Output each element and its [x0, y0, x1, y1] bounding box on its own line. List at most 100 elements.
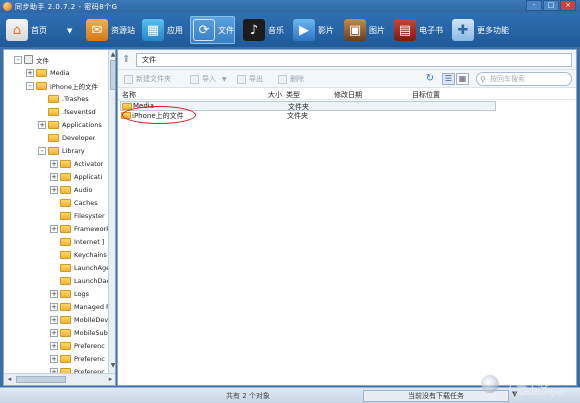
tree-item[interactable]: + Audio [50, 183, 108, 196]
expand-icon[interactable]: + [50, 302, 58, 311]
collapse-icon[interactable]: - [38, 146, 46, 155]
expand-icon[interactable]: + [26, 68, 34, 77]
expand-icon[interactable]: + [50, 185, 58, 194]
toolbar-photos[interactable]: ▣ 图片 [344, 16, 385, 44]
folder-icon [60, 159, 71, 168]
tree-item[interactable]: + MobileSub [50, 326, 108, 339]
tree-item[interactable]: LaunchAge [50, 261, 108, 274]
tree-item[interactable]: + MobileDev [50, 313, 108, 326]
column-modified[interactable]: 修改日期 [334, 90, 362, 100]
folder-icon [60, 354, 71, 363]
scroll-left-arrow-icon[interactable]: ◂ [5, 375, 14, 384]
tree-item-label: Filesyster [74, 211, 105, 220]
file-icon: ⟳ [193, 19, 215, 41]
tree-item[interactable]: + Activator [50, 157, 108, 170]
maximize-button[interactable]: □ [543, 0, 559, 11]
tree-item[interactable]: .fseventsd [38, 105, 108, 118]
collapse-icon[interactable]: - [26, 81, 34, 90]
delete-button[interactable]: 删除 [278, 73, 304, 85]
folder-icon [48, 94, 59, 103]
column-target[interactable]: 目标位置 [412, 90, 440, 100]
folder-icon [60, 328, 71, 337]
search-icon: ⚲ [480, 75, 486, 84]
tree-horizontal-scrollbar[interactable]: ◂ ▸ [4, 373, 115, 385]
tree-item[interactable]: Caches [50, 196, 108, 209]
import-button[interactable]: 导入 ▼ [190, 73, 227, 85]
chevron-down-icon[interactable]: ▼ [222, 76, 227, 83]
tree-item[interactable]: Keychains [50, 248, 108, 261]
toolbar-store[interactable]: ✉ 资源站 [86, 16, 135, 44]
list-view-icon[interactable]: ☰ [442, 73, 455, 85]
import-label: 导入 [202, 75, 216, 83]
search-input[interactable]: ⚲ 按回车搜索 [476, 72, 572, 86]
column-name[interactable]: 名称 [122, 90, 136, 100]
expand-icon[interactable]: + [50, 341, 58, 350]
toolbar-home-label: 首页 [31, 25, 47, 35]
toolbar-more-label: 更多功能 [477, 25, 509, 35]
expand-icon[interactable]: + [38, 120, 46, 129]
toolbar-ebooks[interactable]: ▤ 电子书 [394, 16, 443, 44]
tree-item[interactable]: - 文件 [14, 53, 108, 66]
refresh-icon[interactable]: ↻ [424, 73, 436, 85]
tree-item-label: Internet ] [74, 237, 105, 246]
export-button[interactable]: 导出 [237, 73, 263, 85]
toolbar-home[interactable]: ⌂ 首页 [6, 16, 47, 44]
tree-scroll-thumb[interactable] [110, 60, 115, 90]
toolbar-music[interactable]: ♪ 音乐 [243, 16, 284, 44]
scroll-right-arrow-icon[interactable]: ▸ [106, 375, 115, 384]
tree-item[interactable]: + Media [26, 66, 108, 79]
toolbar-photos-label: 图片 [369, 25, 385, 35]
toolbar-files[interactable]: ⟳ 文件 [190, 16, 235, 44]
toolbar-apps[interactable]: ▦ 应用 [142, 16, 183, 44]
tree-item[interactable]: + Preferenc [50, 352, 108, 365]
close-button[interactable]: × [560, 0, 576, 11]
tree-item[interactable]: + Applications [38, 118, 108, 131]
expand-icon[interactable]: + [50, 159, 58, 168]
tree-item[interactable]: + Preferenc [50, 339, 108, 352]
tree-item[interactable]: + Applicati [50, 170, 108, 183]
object-count: 共有 2 个对象 [226, 392, 270, 400]
new-folder-button[interactable]: 新建文件夹 [124, 73, 171, 85]
folder-icon [48, 133, 59, 142]
tree-item[interactable]: LaunchDaer [50, 274, 108, 287]
expand-icon[interactable]: + [50, 224, 58, 233]
path-field[interactable]: 文件 [136, 53, 572, 67]
tree-vertical-scrollbar[interactable]: ▲ ▼ [108, 50, 115, 373]
scroll-down-arrow-icon[interactable]: ▼ [109, 362, 115, 371]
tree-item[interactable]: + Managed P [50, 300, 108, 313]
tree-item[interactable]: - Library [38, 144, 108, 157]
new-folder-icon [124, 74, 133, 84]
tree-item[interactable]: Internet ] [50, 235, 108, 248]
tree-item[interactable]: Developer [38, 131, 108, 144]
tree-item-label: Activator [74, 159, 104, 168]
tree-item-label: MobileSub [74, 328, 108, 337]
action-bar: 新建文件夹 导入 ▼ 导出 删除 ↻ ☰ ▦ ⚲ 按回车搜索 [118, 70, 576, 88]
expand-icon[interactable]: + [50, 328, 58, 337]
folder-icon [48, 146, 59, 155]
tree-item[interactable]: + Framework [50, 222, 108, 235]
column-size[interactable]: 大小 [268, 90, 282, 100]
file-type: 文件夹 [287, 112, 308, 120]
collapse-icon[interactable]: - [14, 55, 22, 64]
expand-icon[interactable]: + [50, 315, 58, 324]
up-arrow-icon[interactable]: ⬆ [122, 54, 132, 66]
chevron-down-icon[interactable]: ▼ [67, 27, 72, 35]
toolbar-ebooks-label: 电子书 [419, 25, 443, 35]
tree-item[interactable]: + Logs [50, 287, 108, 300]
minimize-button[interactable]: - [526, 0, 542, 11]
window-title: 同步助手 2.0.7.2 - 密码8个G [15, 3, 118, 11]
folder-icon [60, 198, 71, 207]
toolbar-video[interactable]: ▶ 影片 [293, 16, 334, 44]
tree-hscroll-thumb[interactable] [16, 376, 66, 383]
tree-item[interactable]: - iPhone上的文件 [26, 79, 108, 92]
tree-item[interactable]: .Trashes [38, 92, 108, 105]
expand-icon[interactable]: + [50, 289, 58, 298]
delete-icon [278, 74, 287, 84]
toolbar-more[interactable]: ✚ 更多功能 [452, 16, 509, 44]
scroll-up-arrow-icon[interactable]: ▲ [109, 51, 115, 60]
tree-item[interactable]: Filesyster [50, 209, 108, 222]
expand-icon[interactable]: + [50, 172, 58, 181]
expand-icon[interactable]: + [50, 354, 58, 363]
column-type[interactable]: 类型 [286, 90, 300, 100]
grid-view-icon[interactable]: ▦ [456, 73, 469, 85]
